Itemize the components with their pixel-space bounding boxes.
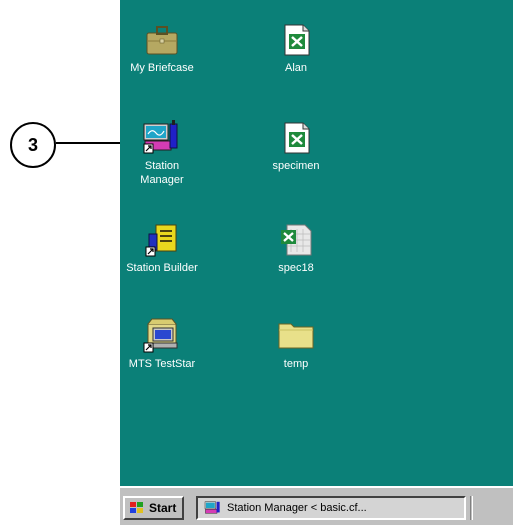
desktop-icon-label: Station Builder — [126, 262, 198, 274]
start-button[interactable]: Start — [123, 496, 185, 520]
desktop-icon-my-briefcase[interactable]: My Briefcase — [114, 22, 210, 75]
station-manager-icon — [204, 501, 220, 514]
taskbar: Start Station Manager < basic.cf... — [120, 486, 513, 525]
taskbar-item-label: Station Manager < basic.cf... — [227, 502, 367, 514]
desktop-icon-specimen[interactable]: specimen — [248, 120, 344, 173]
station-builder-icon — [145, 224, 177, 257]
desktop-icon-label: MTS TestStar — [128, 358, 196, 370]
desktop-icon-label: temp — [283, 358, 309, 370]
station-manager-icon — [143, 120, 178, 154]
desktop: My Briefcase Alan Station Manager specim… — [120, 0, 513, 486]
start-label: Start — [149, 501, 177, 515]
desktop-icon-mts-teststar[interactable]: MTS TestStar — [114, 316, 210, 371]
desktop-icon-label: spec18 — [278, 262, 314, 274]
desktop-icon-station-manager[interactable]: Station Manager — [114, 120, 210, 187]
windows-logo-icon — [130, 502, 143, 513]
desktop-icon-station-builder[interactable]: Station Builder — [114, 222, 210, 275]
desktop-icon-alan[interactable]: Alan — [248, 22, 344, 75]
desktop-icon-temp[interactable]: temp — [248, 316, 344, 371]
taskbar-divider — [470, 496, 473, 520]
desktop-icon-label: Alan — [284, 62, 308, 74]
folder-icon — [278, 323, 314, 349]
briefcase-icon — [146, 26, 178, 55]
desktop-icon-label: specimen — [272, 160, 320, 172]
callout-number: 3 — [10, 122, 56, 168]
desktop-icon-spec18[interactable]: spec18 — [248, 222, 344, 275]
mts-teststar-icon — [143, 318, 178, 353]
desktop-icon-label: Station Manager — [140, 160, 184, 186]
excel-file-icon — [284, 24, 310, 56]
desktop-icon-label: My Briefcase — [130, 62, 194, 74]
callout-label: 3 — [27, 134, 38, 155]
excel-file-icon — [281, 224, 312, 256]
excel-file-icon — [284, 122, 310, 154]
taskbar-item-station-manager[interactable]: Station Manager < basic.cf... — [196, 496, 466, 520]
